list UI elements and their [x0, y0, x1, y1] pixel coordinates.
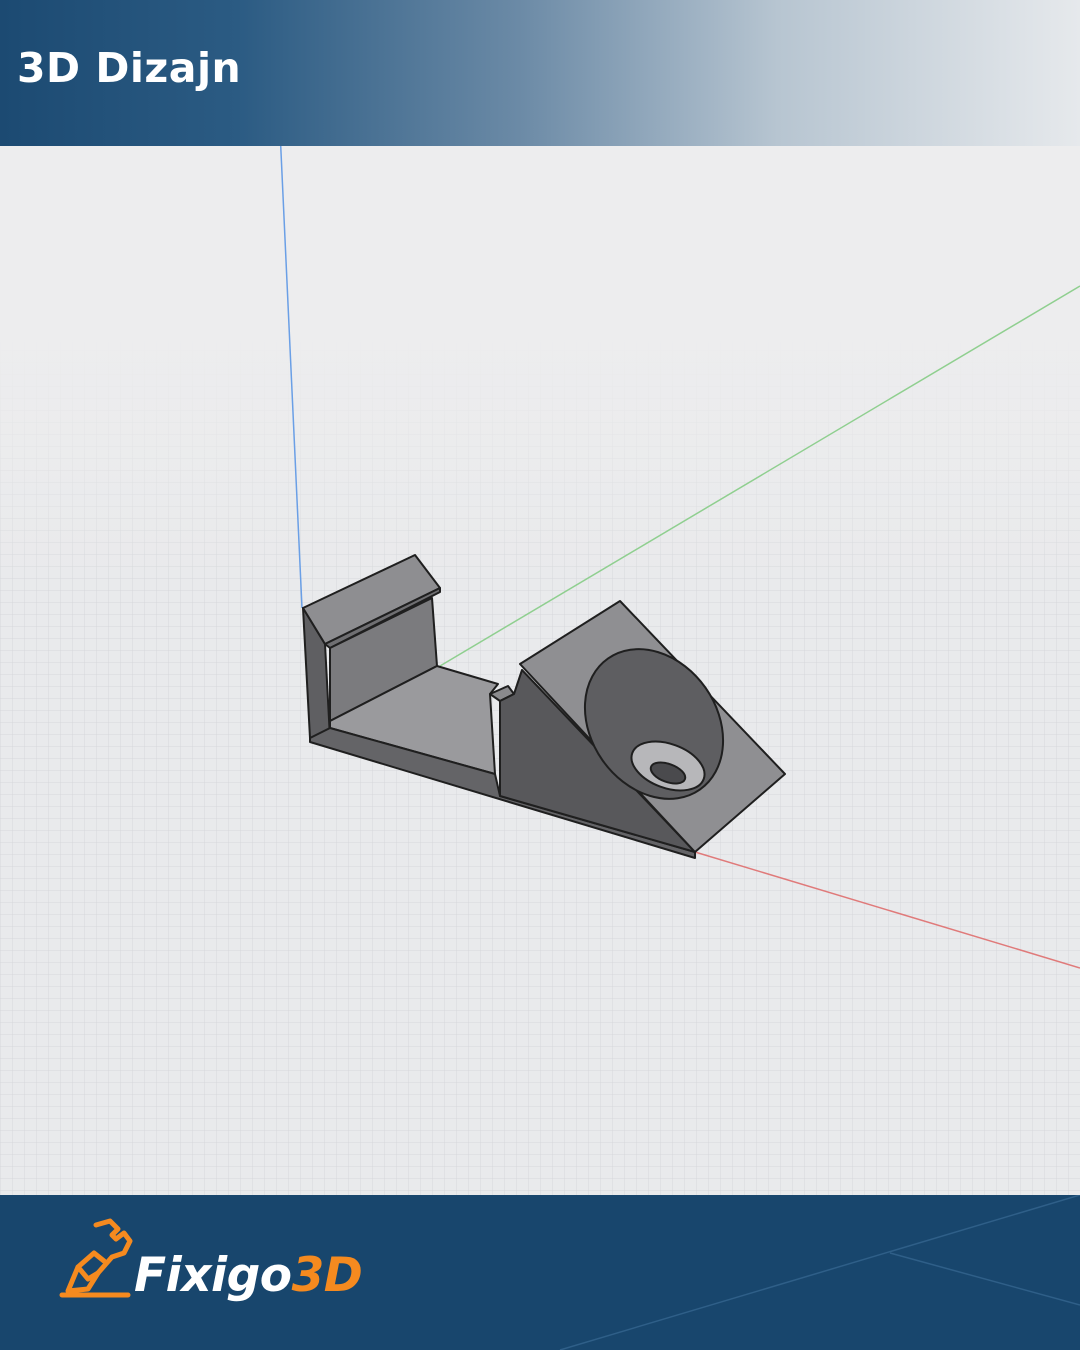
wrench-hand-icon: [59, 1218, 133, 1298]
brand-name-primary: Fixigo: [134, 1248, 292, 1303]
footer-banner: Fixigo3D: [0, 1195, 1080, 1350]
brand-wordmark: Fixigo3D: [134, 1252, 363, 1299]
header-banner: 3D Dizajn: [0, 0, 1080, 146]
viewport-canvas[interactable]: [0, 146, 1080, 1195]
page-title: 3D Dizajn: [17, 44, 242, 92]
brand-name-accent: 3D: [291, 1248, 363, 1303]
brand-logo[interactable]: Fixigo3D: [58, 1217, 363, 1317]
3d-viewport[interactable]: [0, 146, 1080, 1195]
